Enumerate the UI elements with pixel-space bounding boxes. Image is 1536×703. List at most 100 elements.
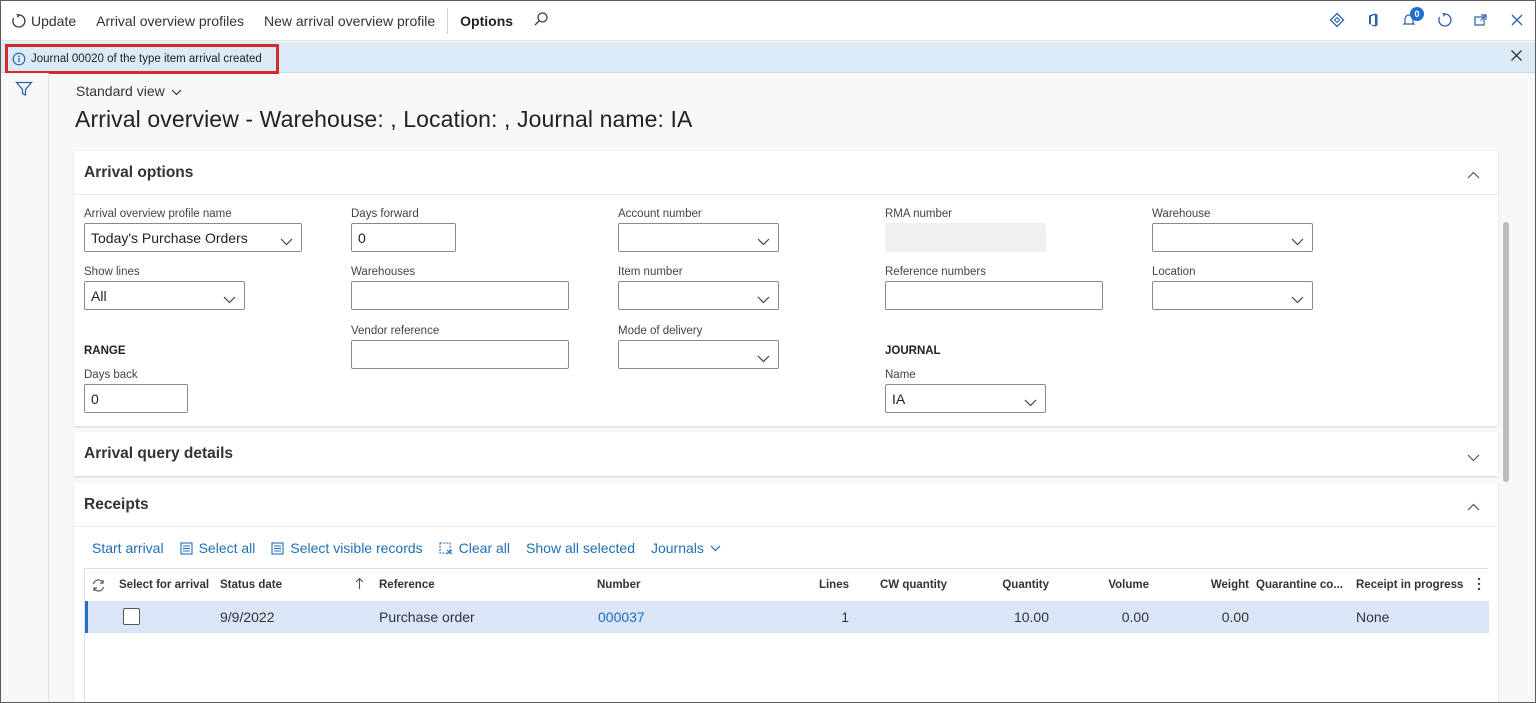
chevron-down-icon (223, 291, 236, 307)
profile-name-field: Arrival overview profile name Today's Pu… (84, 208, 302, 252)
show-lines-label: Show lines (84, 266, 140, 278)
select-all-button[interactable]: Select all (180, 540, 256, 556)
profile-name-select[interactable]: Today's Purchase Orders (84, 223, 302, 252)
col-quarantine[interactable]: Quarantine co... (1256, 579, 1343, 591)
arrival-query-details-header[interactable]: Arrival query details (74, 432, 1498, 476)
location-label: Location (1152, 266, 1196, 278)
office-button[interactable] (1355, 1, 1391, 41)
receipts-toolbar: Start arrival Select all Select visible … (74, 536, 737, 560)
search-button[interactable] (523, 1, 559, 41)
filter-button[interactable] (15, 81, 33, 100)
select-all-label: Select all (198, 540, 256, 556)
grid-select-icon (271, 541, 284, 555)
warehouses-field: Warehouses (351, 266, 569, 310)
close-page-button[interactable] (1499, 1, 1535, 41)
cell-number-link[interactable]: 000037 (598, 609, 645, 625)
filter-rail (1, 73, 49, 702)
table-row[interactable]: 9/9/2022 Purchase order 000037 1 10.00 0… (85, 601, 1489, 633)
journal-name-label: Name (885, 369, 916, 381)
notification-badge: 0 (1410, 7, 1424, 21)
days-back-input[interactable]: 0 (84, 384, 188, 413)
arrival-query-details-section: Arrival query details (74, 432, 1498, 476)
col-status-date[interactable]: Status date (220, 579, 282, 591)
chevron-down-icon (757, 291, 770, 307)
warehouses-input[interactable] (351, 281, 569, 310)
refresh-page-button[interactable] (1427, 1, 1463, 41)
clear-selection-icon (439, 541, 453, 555)
office-icon (1365, 12, 1381, 31)
receipts-section: Receipts Start arrival Select all Select… (74, 483, 1498, 702)
update-button[interactable]: Update (1, 1, 86, 41)
item-number-select[interactable] (618, 281, 779, 310)
options-tab[interactable]: Options (450, 1, 523, 41)
vendor-reference-label: Vendor reference (351, 325, 440, 337)
reference-numbers-input[interactable] (885, 281, 1103, 310)
new-arrival-overview-profile-button[interactable]: New arrival overview profile (254, 1, 445, 41)
window-controls: 0 (1319, 1, 1535, 41)
filter-icon (15, 81, 33, 100)
item-number-field: Item number (618, 266, 779, 310)
chevron-up-icon (1467, 498, 1480, 516)
info-message: Journal 00020 of the type item arrival c… (5, 44, 279, 74)
account-number-select[interactable] (618, 223, 779, 252)
col-cw-quantity[interactable]: CW quantity (880, 579, 947, 591)
cell-reference: Purchase order (379, 609, 475, 625)
receipts-title: Receipts (84, 495, 149, 513)
mode-of-delivery-select[interactable] (618, 340, 779, 369)
refresh-icon (1437, 12, 1453, 31)
col-quantity[interactable]: Quantity (969, 579, 1049, 591)
warehouse-select[interactable] (1152, 223, 1313, 252)
arrival-overview-profiles-button[interactable]: Arrival overview profiles (86, 1, 254, 41)
toolbar-divider (447, 7, 449, 34)
select-visible-records-button[interactable]: Select visible records (271, 540, 423, 556)
main-content: Standard view Arrival overview - Warehou… (49, 73, 1535, 702)
clear-all-label: Clear all (458, 540, 511, 556)
col-select-for-arrival[interactable]: Select for arrival (119, 579, 209, 591)
view-selector[interactable]: Standard view (76, 83, 182, 99)
col-weight[interactable]: Weight (1169, 579, 1249, 591)
refresh-icon (91, 579, 106, 596)
select-for-arrival-checkbox[interactable] (123, 608, 140, 625)
journal-name-field: Name IA (885, 369, 1046, 413)
diamond-button[interactable] (1319, 1, 1355, 41)
rma-number-field: RMA number (885, 208, 1046, 252)
chevron-down-icon (710, 545, 721, 552)
chevron-down-icon (280, 233, 293, 249)
refresh-grid-button[interactable] (91, 578, 106, 596)
receipts-header[interactable]: Receipts (74, 483, 1498, 527)
mode-of-delivery-label: Mode of delivery (618, 325, 703, 337)
more-options-icon[interactable] (1477, 577, 1481, 594)
col-receipt-in-progress[interactable]: Receipt in progress (1356, 579, 1463, 591)
arrival-options-header[interactable]: Arrival options (74, 151, 1498, 195)
item-number-label: Item number (618, 266, 683, 278)
col-number[interactable]: Number (597, 579, 640, 591)
page-scrollbar[interactable] (1503, 222, 1509, 482)
start-arrival-button[interactable]: Start arrival (92, 540, 164, 556)
show-all-selected-button[interactable]: Show all selected (526, 540, 635, 556)
warehouse-field: Warehouse (1152, 208, 1313, 252)
warehouse-label: Warehouse (1152, 208, 1211, 220)
chevron-down-icon (1467, 449, 1480, 467)
cell-status-date: 9/9/2022 (220, 609, 275, 625)
days-back-label: Days back (84, 369, 138, 381)
show-lines-select[interactable]: All (84, 281, 245, 310)
vendor-reference-input[interactable] (351, 340, 569, 369)
days-forward-input[interactable]: 0 (351, 223, 456, 252)
open-in-new-window-button[interactable] (1463, 1, 1499, 41)
journal-name-value: IA (892, 390, 906, 407)
days-back-value: 0 (91, 390, 99, 407)
col-lines[interactable]: Lines (797, 579, 849, 591)
notifications-button[interactable]: 0 (1391, 1, 1427, 41)
days-forward-label: Days forward (351, 208, 419, 220)
journals-menu-button[interactable]: Journals (651, 540, 721, 556)
dismiss-message-button[interactable] (1507, 48, 1525, 66)
location-select[interactable] (1152, 281, 1313, 310)
col-volume[interactable]: Volume (1069, 579, 1149, 591)
clear-all-button[interactable]: Clear all (439, 540, 510, 556)
cell-lines: 1 (841, 609, 849, 625)
journal-name-select[interactable]: IA (885, 384, 1046, 413)
message-bar: Journal 00020 of the type item arrival c… (1, 42, 1535, 74)
col-reference[interactable]: Reference (379, 579, 435, 591)
profile-name-value: Today's Purchase Orders (91, 229, 248, 246)
grid-select-icon (180, 541, 193, 555)
